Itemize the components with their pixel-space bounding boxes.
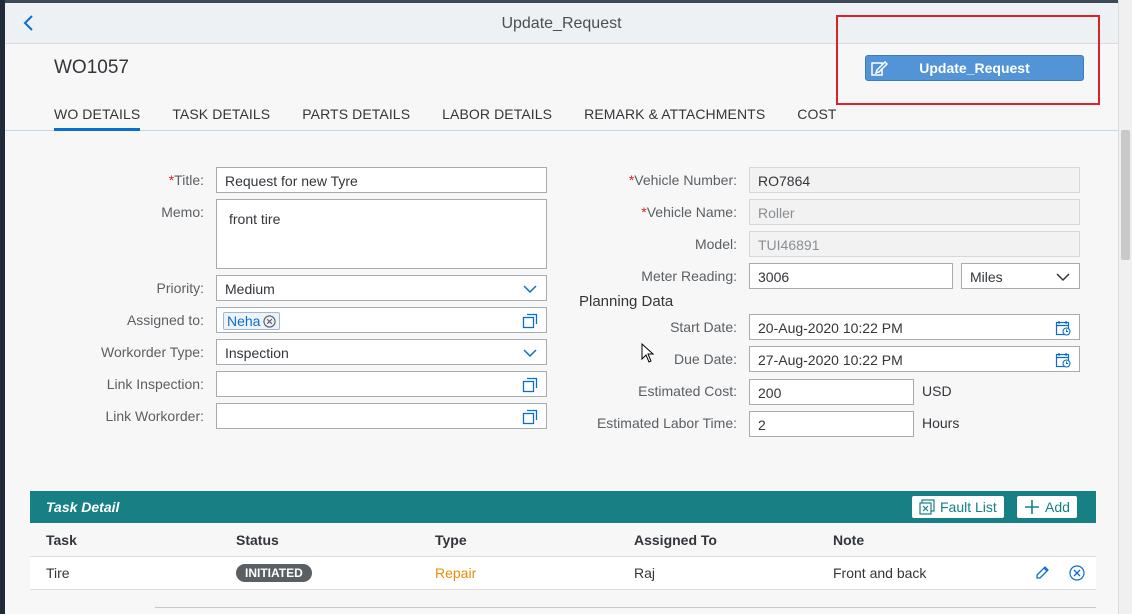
assignee-token-label: Neha [227,313,261,329]
planning-data-title: Planning Data [579,293,674,310]
link-workorder-label: Link Workorder: [105,408,204,424]
scrollbar-thumb[interactable] [1121,130,1130,260]
tab-bar: WO DETAILS TASK DETAILS PARTS DETAILS LA… [54,106,869,131]
delete-icon[interactable] [1069,565,1085,581]
task-table-header: Task Status Type Assigned To Note [30,523,1096,557]
workorder-type-value: Inspection [225,345,289,361]
fault-list-icon [919,499,935,515]
divider [155,607,1096,608]
title-label: *Title: [168,172,204,188]
due-date-picker[interactable]: 27-Aug-2020 10:22 PM [749,346,1080,372]
meter-reading-label: Meter Reading: [641,268,737,284]
work-order-id: WO1057 [54,57,129,78]
type-link[interactable]: Repair [435,565,476,581]
assigned-to-cell: Raj [634,565,656,581]
value-help-icon[interactable] [522,313,538,329]
start-date-picker[interactable]: 20-Aug-2020 10:22 PM [749,314,1080,340]
meter-unit-select[interactable]: Miles [961,263,1080,289]
tab-remark-attachments[interactable]: REMARK & ATTACHMENTS [584,106,765,131]
column-header-assigned-to[interactable]: Assigned To [634,532,717,548]
fault-list-label: Fault List [940,499,997,515]
column-header-type[interactable]: Type [435,532,467,548]
assignee-token[interactable]: Neha [223,312,281,330]
add-task-button[interactable]: Add [1016,495,1078,519]
link-inspection-label: Link Inspection: [106,376,204,392]
value-help-icon[interactable] [522,377,538,393]
labor-unit: Hours [922,415,960,431]
tab-wo-details[interactable]: WO DETAILS [54,106,141,131]
estimated-cost-input[interactable]: 200 [749,379,914,405]
vehicle-number-label: *Vehicle Number: [628,172,737,188]
link-inspection-input[interactable] [216,371,547,397]
priority-value: Medium [225,281,275,297]
calendar-icon[interactable] [1055,352,1071,368]
title-input[interactable]: Request for new Tyre [216,167,547,193]
start-date-value: 20-Aug-2020 10:22 PM [758,320,903,336]
chevron-down-icon[interactable] [522,345,538,361]
edit-icon [870,59,889,77]
estimated-cost-label: Estimated Cost: [638,383,737,399]
due-date-value: 27-Aug-2020 10:22 PM [758,352,903,368]
start-date-label: Start Date: [670,319,737,335]
add-label: Add [1045,499,1070,515]
status-badge: INITIATED [236,564,312,582]
table-row[interactable]: Tire INITIATED Repair Raj Front and back [30,557,1096,590]
fault-list-button[interactable]: Fault List [911,495,1005,519]
workorder-type-label: Workorder Type: [101,344,204,360]
priority-select[interactable]: Medium [216,275,547,301]
chevron-down-icon[interactable] [522,281,538,297]
assigned-label: Assigned to: [126,312,204,328]
meter-unit-value: Miles [970,269,1003,285]
tab-labor-details[interactable]: LABOR DETAILS [442,106,552,131]
chevron-down-icon[interactable] [1055,269,1071,285]
meter-reading-input[interactable]: 3006 [749,263,953,289]
priority-label: Priority: [156,280,204,296]
mouse-cursor-icon [641,342,655,363]
vehicle-name-label: *Vehicle Name: [641,204,737,220]
vertical-scrollbar[interactable] [1118,0,1132,614]
note-cell: Front and back [833,565,927,581]
column-header-note[interactable]: Note [833,532,864,548]
tab-cost[interactable]: COST [797,106,836,131]
vehicle-name-field: Roller [749,199,1080,225]
column-header-task[interactable]: Task [46,532,77,548]
due-date-label: Due Date: [673,351,737,367]
memo-textarea[interactable]: front tire [216,199,547,269]
vehicle-number-field: RO7864 [749,167,1080,193]
update-request-label: Update_Request [919,60,1030,76]
column-header-status[interactable]: Status [236,532,279,548]
tab-parts-details[interactable]: PARTS DETAILS [302,106,410,131]
object-header: WO1057 Update_Request WO DETAILS TASK DE… [5,15,1118,131]
task-table-title: Task Detail [46,499,120,515]
add-icon [1025,500,1039,514]
value-help-icon[interactable] [522,409,538,425]
assigned-multi-input[interactable]: Neha [216,307,547,333]
task-table-toolbar: Task Detail Fault List Add [30,491,1096,523]
update-request-button[interactable]: Update_Request [865,55,1084,81]
remove-token-icon[interactable] [263,314,277,328]
edit-icon[interactable] [1034,565,1050,581]
estimated-labor-input[interactable]: 2 [749,411,914,437]
task-cell: Tire [46,565,70,581]
cost-unit: USD [922,383,952,399]
tab-task-details[interactable]: TASK DETAILS [172,106,270,131]
memo-label: Memo: [161,204,204,220]
link-workorder-input[interactable] [216,403,547,429]
calendar-icon[interactable] [1055,320,1071,336]
estimated-labor-label: Estimated Labor Time: [596,415,737,431]
workorder-type-select[interactable]: Inspection [216,339,547,365]
model-label: Model: [694,236,737,252]
model-field: TUI46891 [749,231,1080,257]
